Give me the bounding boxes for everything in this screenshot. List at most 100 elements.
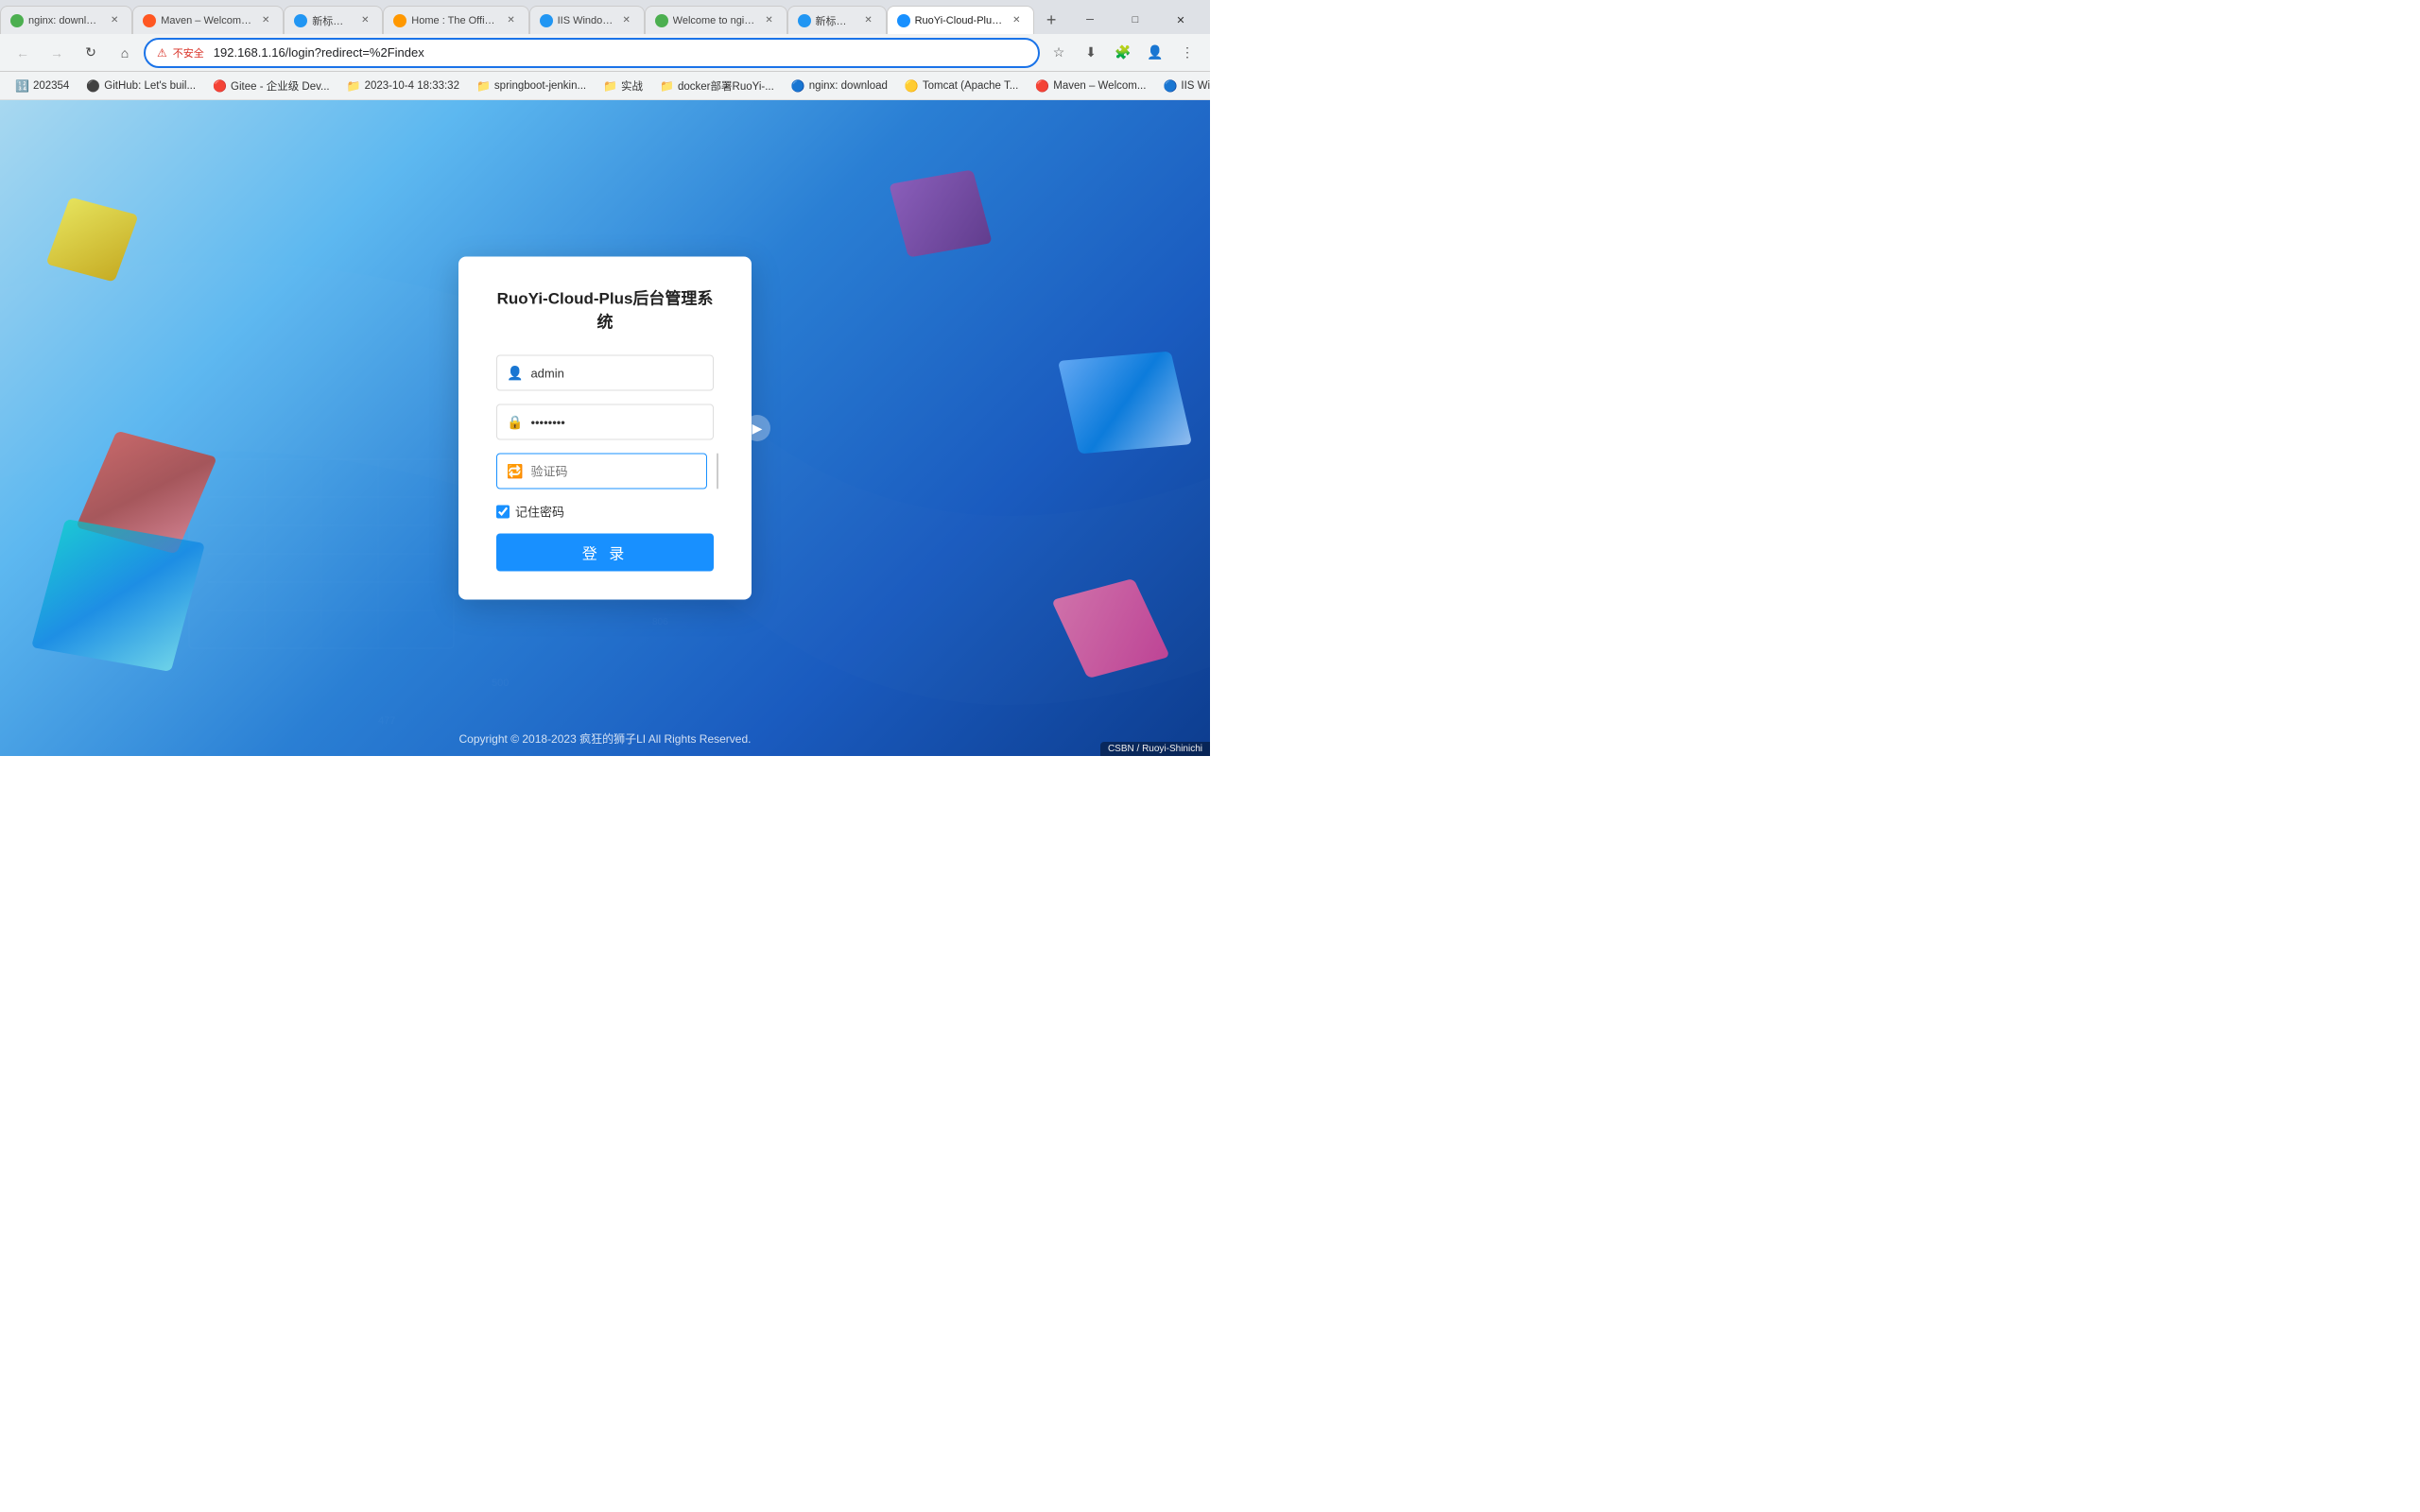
bookmark-item-tomcat[interactable]: 🟡 Tomcat (Apache T... xyxy=(897,75,1026,97)
tab-close-button[interactable]: ✕ xyxy=(504,13,519,28)
bookmark-label: Tomcat (Apache T... xyxy=(923,80,1018,92)
remember-checkbox[interactable] xyxy=(496,505,510,518)
tab-favicon xyxy=(655,14,668,27)
bookmark-label: 实战 xyxy=(621,78,643,94)
bookmark-item-iis[interactable]: 🔵 IIS Windows xyxy=(1155,75,1210,97)
tab-home-official[interactable]: Home : The Official ✕ xyxy=(383,6,528,34)
password-form-group: 🔒 xyxy=(496,404,714,440)
tab-nginx-download[interactable]: nginx: download ✕ xyxy=(0,6,132,34)
user-icon: 👤 xyxy=(507,365,523,381)
password-input[interactable] xyxy=(530,415,703,429)
tab-maven[interactable]: Maven – Welcome... ✕ xyxy=(132,6,284,34)
password-input-wrapper: 🔒 xyxy=(496,404,714,440)
page-content: 500 477 806 ▶ RuoYi-Cloud-Plus后台管理系统 👤 🔒 xyxy=(0,100,1210,756)
bookmark-icon: 🔢 xyxy=(15,79,29,93)
tab-new1[interactable]: 新标签页 ✕ xyxy=(284,6,383,34)
back-button[interactable]: ← xyxy=(8,38,38,68)
tab-close-button[interactable]: ✕ xyxy=(619,13,634,28)
browser-chrome: nginx: download ✕ Maven – Welcome... ✕ 新… xyxy=(0,0,1210,100)
remember-label[interactable]: 记住密码 xyxy=(515,503,564,521)
profile-button[interactable]: 👤 xyxy=(1140,38,1170,68)
tab-title: Home : The Official xyxy=(411,15,498,26)
bookmark-icon: 🔴 xyxy=(213,79,227,93)
tab-iis[interactable]: IIS Windows ✕ xyxy=(529,6,645,34)
minimize-button[interactable]: ─ xyxy=(1068,6,1112,34)
download-button[interactable]: ⬇ xyxy=(1076,38,1106,68)
tab-close-button[interactable]: ✕ xyxy=(1009,13,1024,28)
bookmark-item-springboot[interactable]: 📁 springboot-jenkin... xyxy=(469,75,594,97)
captcha-icon: 🔁 xyxy=(507,463,523,479)
tab-title: RuoYi-Cloud-Plus... xyxy=(915,15,1005,26)
bookmark-item-github[interactable]: ⚫ GitHub: Let's buil... xyxy=(78,75,203,97)
tab-favicon xyxy=(143,14,156,27)
bookmark-icon: 🔴 xyxy=(1035,79,1049,93)
address-bar[interactable]: ⚠ 不安全 xyxy=(144,38,1040,68)
login-title: RuoYi-Cloud-Plus后台管理系统 xyxy=(496,285,714,333)
insecure-label: 不安全 xyxy=(173,45,204,60)
svg-text:806: 806 xyxy=(652,617,668,627)
extensions-button[interactable]: 🧩 xyxy=(1108,38,1138,68)
bookmark-label: springboot-jenkin... xyxy=(494,80,586,92)
username-form-group: 👤 xyxy=(496,355,714,391)
page-footer: Copyright © 2018-2023 疯狂的狮子LI All Rights… xyxy=(0,730,1210,747)
svg-text:500: 500 xyxy=(492,678,509,689)
captcha-image[interactable]: A 3 b 7 xyxy=(717,454,718,490)
bookmark-icon: 🔵 xyxy=(791,79,805,93)
bookmark-item-202354[interactable]: 🔢 202354 xyxy=(8,75,77,97)
login-card: RuoYi-Cloud-Plus后台管理系统 👤 🔒 🔁 xyxy=(458,257,752,600)
bookmark-label: GitHub: Let's buil... xyxy=(104,80,196,92)
navigation-bar: ← → ↻ ⌂ ⚠ 不安全 ☆ ⬇ 🧩 👤 ⋮ xyxy=(0,34,1210,72)
new-tab-button[interactable]: + xyxy=(1038,7,1064,33)
bookmark-item-gitee[interactable]: 🔴 Gitee - 企业级 Dev... xyxy=(205,75,337,97)
captcha-input-wrapper: 🔁 xyxy=(496,454,707,490)
username-input[interactable] xyxy=(530,366,703,380)
status-text: CSBN / Ruoyi-Shinichi xyxy=(1108,744,1202,754)
tab-close-button[interactable]: ✕ xyxy=(762,13,777,28)
browser-toolbar-icons: ☆ ⬇ 🧩 👤 ⋮ xyxy=(1044,38,1202,68)
bookmark-item-docker[interactable]: 📁 docker部署RuoYi-... xyxy=(652,75,782,97)
cube-blue-light xyxy=(1058,352,1192,455)
bookmark-icon: 📁 xyxy=(603,79,617,93)
maximize-button[interactable]: □ xyxy=(1114,6,1157,34)
tab-new2[interactable]: 新标签页 ✕ xyxy=(787,6,887,34)
home-button[interactable]: ⌂ xyxy=(110,38,140,68)
tab-close-button[interactable]: ✕ xyxy=(357,13,372,28)
captcha-form-group: 🔁 A 3 b 7 xyxy=(496,454,714,490)
close-button[interactable]: ✕ xyxy=(1159,6,1202,34)
tab-favicon xyxy=(540,14,553,27)
reload-button[interactable]: ↻ xyxy=(76,38,106,68)
tab-title: 新标签页 xyxy=(816,13,856,28)
tab-close-button[interactable]: ✕ xyxy=(107,13,122,28)
login-button[interactable]: 登 录 xyxy=(496,534,714,572)
bookmark-item-date[interactable]: 📁 2023-10-4 18:33:32 xyxy=(339,75,467,97)
tab-ruoyi[interactable]: RuoYi-Cloud-Plus... ✕ xyxy=(887,6,1035,34)
tab-title: Welcome to nginx! xyxy=(673,15,757,26)
bookmark-icon: 🔵 xyxy=(1163,79,1177,93)
remember-row: 记住密码 xyxy=(496,503,714,521)
captcha-row: 🔁 A 3 b 7 xyxy=(496,454,714,490)
tab-close-button[interactable]: ✕ xyxy=(861,13,876,28)
bookmark-item-nginx[interactable]: 🔵 nginx: download xyxy=(784,75,895,97)
bookmark-icon: 📁 xyxy=(660,79,674,93)
tab-close-button[interactable]: ✕ xyxy=(258,13,273,28)
svg-text:477: 477 xyxy=(378,715,395,727)
bookmark-label: IIS Windows xyxy=(1181,80,1210,92)
bookmark-item-maven[interactable]: 🔴 Maven – Welcom... xyxy=(1028,75,1153,97)
menu-button[interactable]: ⋮ xyxy=(1172,38,1202,68)
bookmark-label: nginx: download xyxy=(809,80,888,92)
bookmarks-bar: 🔢 202354 ⚫ GitHub: Let's buil... 🔴 Gitee… xyxy=(0,72,1210,100)
captcha-refresh-arrow[interactable]: ▶ xyxy=(744,415,770,441)
bookmark-star-button[interactable]: ☆ xyxy=(1044,38,1074,68)
bookmark-item-shizhan[interactable]: 📁 实战 xyxy=(596,75,650,97)
tab-title: IIS Windows xyxy=(558,15,614,26)
tab-title: nginx: download xyxy=(28,15,102,26)
captcha-input[interactable] xyxy=(530,464,697,478)
tab-welcome-nginx[interactable]: Welcome to nginx! ✕ xyxy=(645,6,787,34)
security-icon: ⚠ xyxy=(157,46,167,60)
forward-button[interactable]: → xyxy=(42,38,72,68)
bookmark-icon: 🟡 xyxy=(905,79,919,93)
tab-favicon xyxy=(294,14,307,27)
address-input[interactable] xyxy=(214,45,1027,60)
tab-bar: nginx: download ✕ Maven – Welcome... ✕ 新… xyxy=(0,0,1210,34)
bookmark-icon: 📁 xyxy=(347,79,361,93)
